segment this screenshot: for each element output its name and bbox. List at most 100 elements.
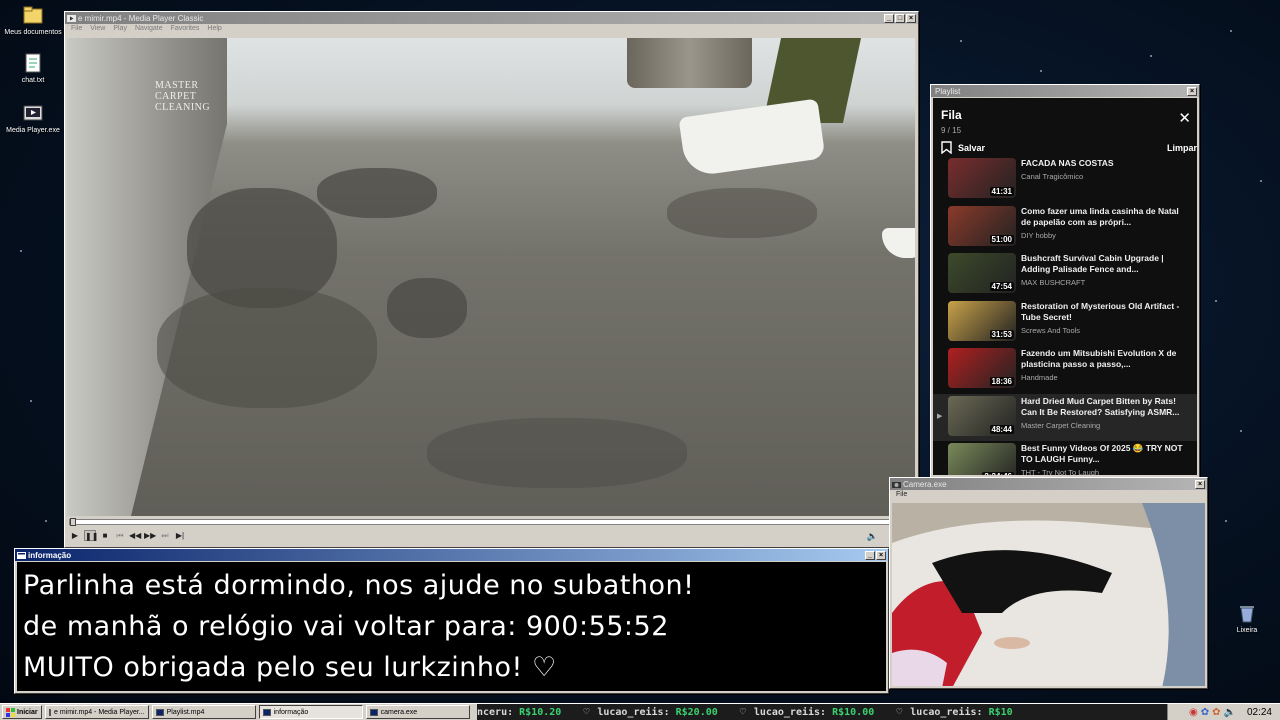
close-icon[interactable]: ✕ <box>1178 109 1191 127</box>
recycle-bin-icon <box>1236 602 1258 624</box>
seek-knob[interactable] <box>70 518 76 526</box>
playlist-header: Fila <box>941 108 962 122</box>
rewind-icon[interactable]: ◀◀ <box>129 530 141 541</box>
desktop-icon-label: Media Player.exe <box>6 127 60 134</box>
stop-icon[interactable]: ■ <box>99 530 111 541</box>
menu-view[interactable]: View <box>90 25 105 34</box>
heart-icon: ♡ <box>896 707 903 718</box>
playlist-window[interactable]: Playlist × Fila 9 / 15 ✕ Salvar Limpar 4… <box>930 84 1200 478</box>
playlist-item[interactable]: 41:31 FACADA NAS COSTAS Canal Tragicômico <box>933 156 1197 204</box>
tray-icon-3[interactable]: ✿ <box>1212 707 1220 718</box>
channel-name: Screws And Tools <box>1021 325 1081 335</box>
media-player-title: e mimir.mp4 - Media Player Classic <box>78 13 204 23</box>
video-thumbnail: 41:31 <box>948 158 1016 198</box>
forward-icon[interactable]: ▶▶ <box>144 530 156 541</box>
playlist-titlebar[interactable]: Playlist × <box>931 85 1199 97</box>
donor-name: lucao_reiis: <box>597 707 670 718</box>
playlist-item[interactable]: ▶ 48:44 Hard Dried Mud Carpet Bitten by Ra… <box>933 393 1197 441</box>
desktop-icon-label: Lixeira <box>1236 627 1258 634</box>
tray-icon-1[interactable]: ◉ <box>1189 707 1198 718</box>
menu-navigate[interactable]: Navigate <box>135 25 163 34</box>
save-playlist-button[interactable]: Salvar <box>941 141 985 154</box>
camera-close-button[interactable]: × <box>1195 479 1205 489</box>
menu-file[interactable]: File <box>71 25 82 34</box>
task-icon <box>48 708 51 716</box>
camera-scene <box>892 503 1205 686</box>
tray-icon-2[interactable]: ✿ <box>1201 707 1209 718</box>
taskbar-task[interactable]: informação <box>258 705 363 719</box>
channel-name: Handmade <box>1021 373 1058 382</box>
desktop-icon-media-player[interactable]: Media Player.exe <box>2 102 64 134</box>
task-icon <box>369 708 378 716</box>
video-thumbnail: 18:36 <box>948 348 1016 388</box>
channel-name: THT - Try Not To Laugh <box>1021 468 1100 475</box>
playlist-close-button[interactable]: × <box>1187 86 1197 96</box>
task-label: camera.exe <box>380 708 418 716</box>
playlist-item[interactable]: 47:54 Bushcraft Survival Cabin Upgrade | … <box>933 251 1197 299</box>
maximize-button[interactable]: □ <box>895 13 905 23</box>
seek-bar[interactable] <box>69 518 913 526</box>
info-close-button[interactable]: × <box>876 550 886 560</box>
info-line: Parlinha está dormindo, nos ajude no sub… <box>23 570 695 601</box>
task-icon <box>155 708 164 716</box>
task-label: Playlist.mp4 <box>166 708 205 716</box>
info-line: MUITO obrigada pelo seu lurkzinho! ♡ <box>23 652 557 683</box>
taskbar-task[interactable]: camera.exe <box>365 705 470 719</box>
taskbar-task[interactable]: e mimir.mp4 - Media Player... <box>44 705 149 719</box>
start-button[interactable]: Iniciar <box>2 705 42 719</box>
windows-logo-icon <box>6 707 15 717</box>
desktop-icon-recycle-bin[interactable]: Lixeira <box>1216 602 1278 634</box>
info-text: Parlinha está dormindo, nos ajude no sub… <box>17 562 886 691</box>
minimize-button[interactable]: _ <box>884 13 894 23</box>
heart-icon: ♡ <box>583 707 590 718</box>
heart-icon: ♡ <box>739 707 746 718</box>
pause-icon[interactable]: ❚❚ <box>84 530 98 541</box>
donor-name: nceru: <box>477 707 514 718</box>
desktop-icon-documents[interactable]: Meus documentos <box>2 4 64 36</box>
video-duration: 47:54 <box>989 282 1014 291</box>
task-label: e mimir.mp4 - Media Player... <box>53 708 145 716</box>
video-title: Restoration of Mysterious Old Artifact -… <box>1021 300 1180 322</box>
playlist-item[interactable]: 18:36 Fazendo um Mitsubishi Evolution X d… <box>933 346 1197 394</box>
save-label: Salvar <box>958 142 986 153</box>
channel-name: DIY hobby <box>1021 230 1056 240</box>
frame-step-icon[interactable]: ▶| <box>174 530 186 541</box>
info-titlebar[interactable]: informação _ × <box>15 549 888 561</box>
donor-name: lucao_reiis: <box>753 707 827 718</box>
channel-name: Master Carpet Cleaning <box>1021 420 1101 430</box>
media-player-titlebar[interactable]: e mimir.mp4 - Media Player Classic _ □ × <box>65 12 918 24</box>
info-minimize-button[interactable]: _ <box>865 550 875 560</box>
desktop-icon-chat[interactable]: chat.txt <box>2 52 64 84</box>
menu-help[interactable]: Help <box>207 25 221 34</box>
video-frame[interactable]: MASTER CARPET CLEANING <box>67 38 915 516</box>
video-thumbnail: 47:54 <box>948 253 1016 293</box>
video-watermark-logo: MASTER CARPET CLEANING <box>155 80 211 113</box>
playlist-item[interactable]: 51:00 Como fazer uma linda casinha de Nat… <box>933 204 1197 252</box>
volume-icon[interactable]: 🔈 <box>867 531 878 542</box>
video-duration: 51:00 <box>989 234 1014 244</box>
play-icon[interactable]: ▶ <box>69 530 81 541</box>
close-button[interactable]: × <box>906 13 916 23</box>
video-thumbnail: 48:44 <box>948 395 1016 436</box>
playlist-item[interactable]: 2:24:46 Best Funny Videos Of 2025 😂 TRY N… <box>933 441 1197 475</box>
menu-play[interactable]: Play <box>113 25 127 34</box>
menu-favorites[interactable]: Favorites <box>171 25 200 34</box>
media-player-window[interactable]: e mimir.mp4 - Media Player Classic _ □ ×… <box>64 11 919 548</box>
camera-menu-file[interactable]: File <box>896 491 907 500</box>
info-window-title: informação <box>28 550 72 560</box>
camera-window[interactable]: Camera.exe × File <box>889 477 1208 689</box>
playlist-item[interactable]: 31:53 Restoration of Mysterious Old Artif… <box>933 299 1197 347</box>
folder-icon <box>22 4 44 26</box>
video-duration: 18:36 <box>989 377 1014 386</box>
clear-playlist-button[interactable]: Limpar <box>1167 143 1197 153</box>
skip-forward-icon[interactable]: ⏭ <box>159 530 171 541</box>
info-line: de manhã o relógio vai voltar para: 900:… <box>23 611 669 642</box>
camera-titlebar[interactable]: Camera.exe × <box>890 478 1207 490</box>
taskbar-task[interactable]: Playlist.mp4 <box>151 705 256 719</box>
info-window[interactable]: informação _ × Parlinha está dormindo, n… <box>14 548 889 694</box>
volume-tray-icon[interactable]: 🔈 <box>1224 707 1236 718</box>
taskbar: Iniciar e mimir.mp4 - Media Player... Pla… <box>0 703 1280 720</box>
skip-back-icon[interactable]: ⏮ <box>114 530 126 541</box>
video-title: Bushcraft Survival Cabin Upgrade | Addin… <box>1021 253 1164 274</box>
taskbar-tasks: e mimir.mp4 - Media Player... Playlist.mp… <box>42 705 470 719</box>
